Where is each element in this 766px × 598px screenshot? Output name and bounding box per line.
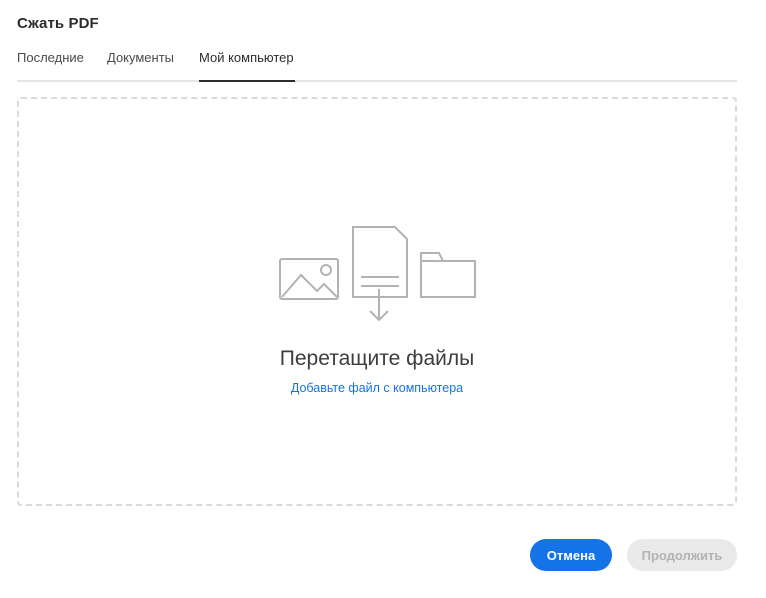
image-icon [279,258,339,300]
file-upload-icon [352,226,408,322]
continue-button[interactable]: Продолжить [627,539,737,571]
folder-icon [420,252,476,298]
compress-pdf-dialog: Сжать PDF Последние Документы Мой компью… [0,0,766,598]
source-tabs: Последние Документы Мой компьютер [17,46,737,82]
tab-documents[interactable]: Документы [107,50,174,65]
tab-recent[interactable]: Последние [17,50,84,65]
file-dropzone[interactable]: Перетащите файлы Добавьте файл с компьют… [17,97,737,506]
add-file-link[interactable]: Добавьте файл с компьютера [19,381,735,395]
dropzone-illustration [279,226,476,322]
dropzone-title: Перетащите файлы [279,347,475,370]
active-tab-indicator [199,80,295,82]
tab-my-computer[interactable]: Мой компьютер [199,50,294,65]
cancel-button[interactable]: Отмена [530,539,612,571]
dialog-title: Сжать PDF [17,15,99,32]
